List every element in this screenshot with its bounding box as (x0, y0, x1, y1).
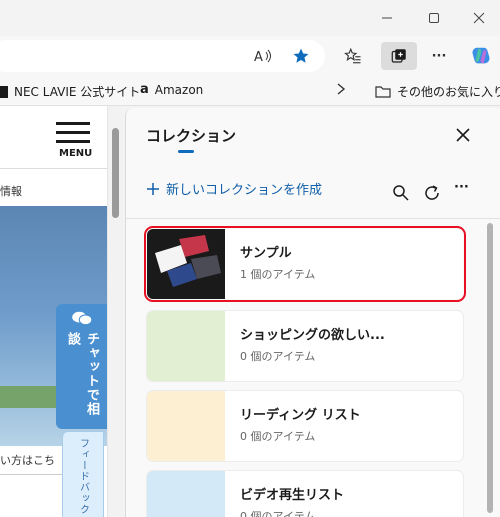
favorites-overflow-button[interactable] (336, 83, 346, 95)
menu-button[interactable]: MENU (56, 122, 96, 159)
collections-panel: コレクション 新しいコレクションを作成 ··· サンプル 1 個のアイテム ショ… (125, 108, 500, 517)
laptop-thumbnail-image (155, 235, 221, 287)
collection-count: 0 個のアイテム (240, 510, 316, 517)
chat-label: チャットで相談 (65, 331, 99, 416)
search-button[interactable] (392, 184, 410, 202)
feedback-tab[interactable]: フィードバック (62, 431, 104, 517)
favorite-star-button[interactable] (286, 42, 316, 70)
chat-consult-tab[interactable]: チャットで相談 (56, 304, 107, 429)
collection-thumbnail (147, 311, 225, 381)
collection-name: リーディング リスト (240, 408, 361, 423)
more-menu-button[interactable]: ··· (424, 42, 454, 70)
collection-name: サンプル (240, 246, 292, 261)
page-scrollbar[interactable] (107, 106, 122, 517)
collection-name: ショッピングの欲しい... (240, 328, 385, 343)
favorite-nec-lavie[interactable]: NEC LAVIE 公式サイト (0, 83, 140, 100)
minimize-button[interactable] (372, 7, 402, 29)
amazon-icon: a (140, 82, 149, 97)
favorites-button[interactable] (338, 42, 368, 70)
svg-text:A: A (254, 50, 263, 64)
copilot-icon (472, 47, 490, 64)
panel-more-button[interactable]: ··· (454, 180, 472, 198)
info-text: 情報 (0, 185, 22, 198)
collections-button[interactable] (381, 42, 417, 70)
refresh-icon (425, 185, 439, 200)
more-icon: ··· (431, 48, 447, 64)
menu-label: MENU (59, 148, 93, 159)
collection-count: 1 個のアイテム (240, 268, 316, 281)
web-page-content: MENU 情報 い方はこち チャットで相談 フィードバック (0, 106, 107, 517)
page-scrollbar-thumb[interactable] (112, 128, 119, 218)
search-icon (393, 185, 409, 201)
panel-scrollbar[interactable] (487, 223, 493, 513)
close-icon (456, 128, 470, 142)
bottom-text: い方はこち (0, 454, 55, 467)
new-collection-button[interactable]: 新しいコレクションを作成 (146, 179, 322, 198)
browser-toolbar: A ··· (0, 36, 500, 76)
chat-bubble-icon (72, 311, 93, 326)
favorite-amazon[interactable]: a Amazon (140, 83, 203, 97)
collection-card[interactable]: サンプル 1 個のアイテム (144, 226, 466, 302)
new-collection-label: 新しいコレクションを作成 (166, 183, 323, 198)
close-icon (473, 12, 485, 24)
address-bar[interactable]: A (0, 40, 325, 72)
collection-card[interactable]: ショッピングの欲しい... 0 個のアイテム (147, 311, 463, 381)
collection-card[interactable]: ビデオ再生リスト 0 個のアイテム (147, 471, 463, 517)
more-icon: ··· (454, 180, 469, 195)
folder-icon (375, 86, 391, 98)
maximize-icon (429, 13, 439, 23)
minimize-icon (382, 17, 392, 19)
favorite-label: Amazon (154, 83, 204, 97)
collections-icon (391, 49, 406, 63)
title-bar (0, 0, 500, 36)
collection-card[interactable]: リーディング リスト 0 個のアイテム (147, 391, 463, 461)
bottom-divider (0, 474, 62, 475)
refresh-button[interactable] (423, 184, 441, 202)
hamburger-icon (56, 122, 96, 143)
plus-icon (147, 182, 159, 195)
panel-title: コレクション (146, 127, 237, 145)
read-aloud-button[interactable]: A (248, 42, 278, 70)
read-aloud-icon: A (254, 49, 271, 64)
copilot-button[interactable] (466, 42, 496, 70)
star-icon (293, 48, 309, 63)
nec-favicon (0, 85, 8, 98)
page-divider (0, 168, 107, 169)
favorites-list-icon (344, 47, 361, 64)
folder-label: その他のお気に入り (397, 85, 500, 99)
other-favorites-folder[interactable]: その他のお気に入り (375, 83, 500, 100)
chevron-right-icon (337, 83, 346, 95)
collection-count: 0 個のアイテム (240, 350, 316, 363)
collection-thumbnail (147, 229, 225, 299)
favorites-bar: NEC LAVIE 公式サイト a Amazon その他のお気に入り (0, 76, 500, 106)
collection-thumbnail (147, 471, 225, 517)
favorite-label: NEC LAVIE 公式サイト (14, 85, 141, 99)
feedback-label: フィードバック (77, 438, 89, 515)
panel-close-button[interactable] (454, 126, 472, 144)
maximize-button[interactable] (419, 7, 449, 29)
collection-name: ビデオ再生リスト (240, 488, 345, 503)
window-close-button[interactable] (464, 7, 494, 29)
collection-count: 0 個のアイテム (240, 430, 316, 443)
title-underline (178, 150, 194, 153)
collection-thumbnail (147, 391, 225, 461)
panel-divider (126, 218, 500, 219)
